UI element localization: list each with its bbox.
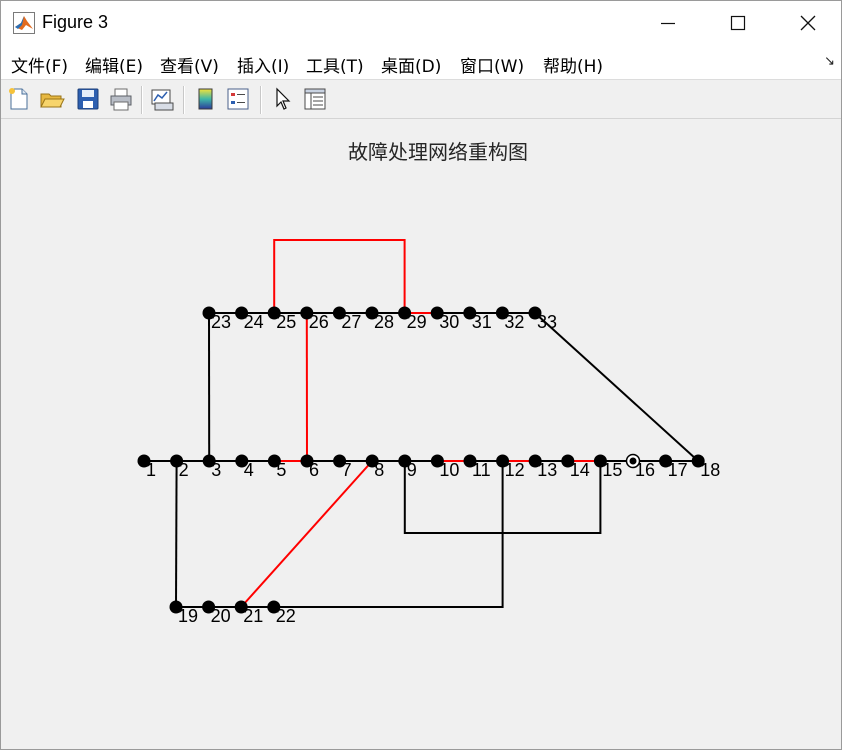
- link-plot-icon: [151, 89, 174, 111]
- maximize-button[interactable]: [715, 1, 761, 45]
- save-icon: [77, 88, 99, 110]
- property-inspector-button[interactable]: [302, 85, 328, 113]
- node-label-15: 15: [602, 460, 622, 480]
- node-label-13: 13: [537, 460, 557, 480]
- colorbar-icon: [198, 88, 213, 110]
- node-label-28: 28: [374, 312, 394, 332]
- node-label-5: 5: [276, 460, 286, 480]
- menu-insert[interactable]: 插入(I): [237, 52, 289, 77]
- figure-window: Figure 3 文件(F) 编辑(E) 查看(V) 插入(I) 工具(T) 桌…: [0, 0, 842, 750]
- edges-layer: [144, 239, 699, 608]
- new-figure-button[interactable]: [6, 85, 32, 113]
- node-label-10: 10: [439, 460, 459, 480]
- node-label-23: 23: [211, 312, 231, 332]
- toolbar: [1, 80, 841, 119]
- minimize-icon: [661, 22, 675, 25]
- print-button[interactable]: [108, 85, 134, 113]
- toolbar-separator: [260, 86, 262, 114]
- menu-edit[interactable]: 编辑(E): [85, 52, 143, 77]
- node-label-4: 4: [244, 460, 254, 480]
- pointer-icon: [276, 87, 291, 110]
- node-label-7: 7: [342, 460, 352, 480]
- node-label-20: 20: [211, 606, 231, 626]
- node-label-18: 18: [700, 460, 720, 480]
- open-file-icon: [40, 93, 65, 108]
- print-icon: [110, 88, 132, 111]
- toolbar-separator: [183, 86, 185, 114]
- edge-33-18: [534, 312, 699, 462]
- node-label-32: 32: [504, 312, 524, 332]
- node-label-27: 27: [341, 312, 361, 332]
- edge-8-21: [240, 460, 373, 608]
- menu-file[interactable]: 文件(F): [11, 52, 68, 77]
- edit-plot-button[interactable]: [270, 85, 296, 113]
- node-label-29: 29: [407, 312, 427, 332]
- insert-colorbar-button[interactable]: [193, 85, 219, 113]
- edge-2-19: [175, 460, 178, 608]
- node-label-8: 8: [374, 460, 384, 480]
- node-label-21: 21: [243, 606, 263, 626]
- insert-legend-button[interactable]: [225, 85, 251, 113]
- menu-bar: 文件(F) 编辑(E) 查看(V) 插入(I) 工具(T) 桌面(D) 窗口(W…: [1, 45, 841, 80]
- save-button[interactable]: [75, 85, 101, 113]
- edge-25-29: [273, 239, 406, 313]
- node-label-26: 26: [309, 312, 329, 332]
- menu-tools[interactable]: 工具(T): [306, 52, 364, 77]
- node-label-16: 16: [635, 460, 655, 480]
- dock-arrow-icon[interactable]: ↘: [824, 54, 835, 69]
- node-label-33: 33: [537, 312, 557, 332]
- new-figure-icon: [9, 88, 28, 110]
- link-plot-button[interactable]: [149, 85, 175, 113]
- menu-help[interactable]: 帮助(H): [543, 52, 603, 77]
- menu-desktop[interactable]: 桌面(D): [381, 52, 441, 77]
- close-icon: [800, 15, 816, 31]
- node-label-22: 22: [276, 606, 296, 626]
- node-label-6: 6: [309, 460, 319, 480]
- close-button[interactable]: [785, 1, 831, 45]
- node-label-17: 17: [668, 460, 688, 480]
- node-label-2: 2: [179, 460, 189, 480]
- maximize-icon: [730, 15, 746, 31]
- toolbar-separator: [141, 86, 143, 114]
- minimize-button[interactable]: [645, 1, 691, 45]
- node-label-24: 24: [244, 312, 264, 332]
- node-label-12: 12: [505, 460, 525, 480]
- menu-view[interactable]: 查看(V): [160, 52, 219, 77]
- node-label-11: 11: [472, 460, 491, 480]
- menu-window[interactable]: 窗口(W): [460, 52, 524, 77]
- node-label-30: 30: [439, 312, 459, 332]
- figure-title: 故障处理网络重构图: [348, 140, 528, 164]
- window-title: Figure 3: [42, 12, 109, 32]
- node-label-19: 19: [178, 606, 198, 626]
- matlab-logo-icon: [13, 12, 35, 34]
- figure-canvas[interactable]: 故障处理网络重构图 1 2 3 4 5 6 7 8 9 10 11 12 13 14 15 16 17 18 19 2…: [1, 119, 841, 749]
- node-label-31: 31: [472, 312, 492, 332]
- network-graph[interactable]: 故障处理网络重构图 1 2 3 4 5 6 7 8 9 10 11 12 13 14 15 16 17 1819 2…: [1, 119, 841, 749]
- node-label-9: 9: [407, 460, 417, 480]
- labels-layer: 1 2 3 4 5 6 7 8 9 10 11 12 13 14 15 16 17 1819 20 21 2223 24 2…: [146, 312, 720, 626]
- property-inspector-icon: [304, 88, 326, 110]
- legend-icon: [227, 88, 249, 110]
- node-label-14: 14: [570, 460, 590, 480]
- open-file-button[interactable]: [39, 85, 65, 113]
- node-label-1: 1: [146, 460, 156, 480]
- node-label-25: 25: [276, 312, 296, 332]
- title-bar: Figure 3: [1, 1, 841, 45]
- node-label-3: 3: [211, 460, 221, 480]
